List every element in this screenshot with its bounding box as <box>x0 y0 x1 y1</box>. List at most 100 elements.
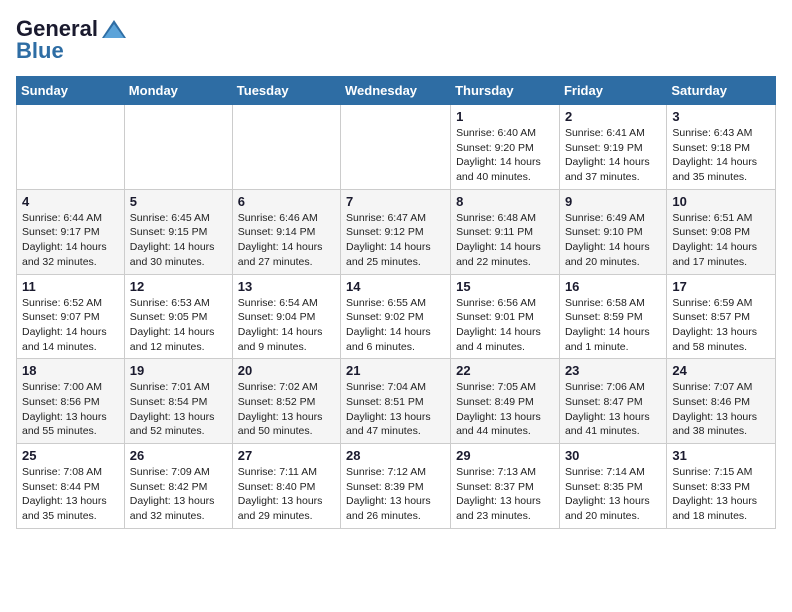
day-cell-9: 9 Sunrise: 6:49 AM Sunset: 9:10 PM Daylig… <box>559 189 666 274</box>
day-number: 26 <box>130 448 227 463</box>
day-number: 3 <box>672 109 770 124</box>
day-info: Sunrise: 7:04 AM Sunset: 8:51 PM Dayligh… <box>346 380 445 439</box>
week-row-3: 11Sunrise: 6:52 AM Sunset: 9:07 PM Dayli… <box>17 274 776 359</box>
day-cell-15: 15Sunrise: 6:56 AM Sunset: 9:01 PM Dayli… <box>451 274 560 359</box>
logo: General Blue <box>16 16 130 64</box>
empty-cell <box>341 105 451 190</box>
day-cell-25: 25 Sunrise: 7:08 AM Sunset: 8:44 PM Dayli… <box>17 444 125 529</box>
day-number: 13 <box>238 279 335 294</box>
weekday-header-tuesday: Tuesday <box>232 77 340 105</box>
day-info: Sunrise: 7:09 AM Sunset: 8:42 PM Dayligh… <box>130 465 227 524</box>
day-cell-8: 8 Sunrise: 6:48 AM Sunset: 9:11 PM Daylig… <box>451 189 560 274</box>
day-cell-2: 2 Sunrise: 6:41 AM Sunset: 9:19 PM Daylig… <box>559 105 666 190</box>
day-number: 21 <box>346 363 445 378</box>
day-info: Sunrise: 6:59 AM Sunset: 8:57 PM Dayligh… <box>672 296 770 355</box>
calendar-header: SundayMondayTuesdayWednesdayThursdayFrid… <box>17 77 776 105</box>
day-number: 17 <box>672 279 770 294</box>
day-number: 5 <box>130 194 227 209</box>
day-cell-17: 17 Sunrise: 6:59 AM Sunset: 8:57 PM Dayli… <box>667 274 776 359</box>
logo-blue: Blue <box>16 38 64 64</box>
day-info: Sunrise: 7:14 AM Sunset: 8:35 PM Dayligh… <box>565 465 661 524</box>
day-cell-28: 28 Sunrise: 7:12 AM Sunset: 8:39 PM Dayli… <box>341 444 451 529</box>
day-number: 2 <box>565 109 661 124</box>
day-cell-7: 7 Sunrise: 6:47 AM Sunset: 9:12 PM Daylig… <box>341 189 451 274</box>
day-number: 9 <box>565 194 661 209</box>
day-number: 28 <box>346 448 445 463</box>
day-info: Sunrise: 7:12 AM Sunset: 8:39 PM Dayligh… <box>346 465 445 524</box>
day-info: Sunrise: 7:15 AM Sunset: 8:33 PM Dayligh… <box>672 465 770 524</box>
day-info: Sunrise: 7:11 AM Sunset: 8:40 PM Dayligh… <box>238 465 335 524</box>
day-info: Sunrise: 6:52 AM Sunset: 9:07 PM Dayligh… <box>22 296 119 355</box>
day-cell-6: 6Sunrise: 6:46 AM Sunset: 9:14 PM Daylig… <box>232 189 340 274</box>
day-cell-13: 13 Sunrise: 6:54 AM Sunset: 9:04 PM Dayli… <box>232 274 340 359</box>
day-info: Sunrise: 7:06 AM Sunset: 8:47 PM Dayligh… <box>565 380 661 439</box>
day-cell-22: 22Sunrise: 7:05 AM Sunset: 8:49 PM Dayli… <box>451 359 560 444</box>
day-info: Sunrise: 6:45 AM Sunset: 9:15 PM Dayligh… <box>130 211 227 270</box>
day-number: 25 <box>22 448 119 463</box>
day-number: 24 <box>672 363 770 378</box>
day-cell-24: 24 Sunrise: 7:07 AM Sunset: 8:46 PM Dayli… <box>667 359 776 444</box>
day-info: Sunrise: 7:13 AM Sunset: 8:37 PM Dayligh… <box>456 465 554 524</box>
week-row-5: 25 Sunrise: 7:08 AM Sunset: 8:44 PM Dayli… <box>17 444 776 529</box>
day-info: Sunrise: 6:41 AM Sunset: 9:19 PM Dayligh… <box>565 126 661 185</box>
day-cell-3: 3 Sunrise: 6:43 AM Sunset: 9:18 PM Daylig… <box>667 105 776 190</box>
day-number: 14 <box>346 279 445 294</box>
weekday-header-monday: Monday <box>124 77 232 105</box>
day-number: 15 <box>456 279 554 294</box>
day-number: 20 <box>238 363 335 378</box>
day-number: 31 <box>672 448 770 463</box>
day-number: 1 <box>456 109 554 124</box>
day-number: 7 <box>346 194 445 209</box>
day-info: Sunrise: 7:01 AM Sunset: 8:54 PM Dayligh… <box>130 380 227 439</box>
day-info: Sunrise: 6:58 AM Sunset: 8:59 PM Dayligh… <box>565 296 661 355</box>
day-cell-23: 23Sunrise: 7:06 AM Sunset: 8:47 PM Dayli… <box>559 359 666 444</box>
day-number: 8 <box>456 194 554 209</box>
week-row-1: 1 Sunrise: 6:40 AM Sunset: 9:20 PM Daylig… <box>17 105 776 190</box>
day-cell-21: 21 Sunrise: 7:04 AM Sunset: 8:51 PM Dayli… <box>341 359 451 444</box>
day-number: 10 <box>672 194 770 209</box>
day-number: 4 <box>22 194 119 209</box>
day-cell-4: 4 Sunrise: 6:44 AM Sunset: 9:17 PM Daylig… <box>17 189 125 274</box>
day-number: 29 <box>456 448 554 463</box>
day-info: Sunrise: 6:48 AM Sunset: 9:11 PM Dayligh… <box>456 211 554 270</box>
day-info: Sunrise: 6:40 AM Sunset: 9:20 PM Dayligh… <box>456 126 554 185</box>
page-header: General Blue <box>16 16 776 64</box>
calendar-body: 1 Sunrise: 6:40 AM Sunset: 9:20 PM Daylig… <box>17 105 776 529</box>
day-info: Sunrise: 6:47 AM Sunset: 9:12 PM Dayligh… <box>346 211 445 270</box>
weekday-header-thursday: Thursday <box>451 77 560 105</box>
weekday-header-friday: Friday <box>559 77 666 105</box>
day-number: 30 <box>565 448 661 463</box>
weekday-header-sunday: Sunday <box>17 77 125 105</box>
day-info: Sunrise: 6:49 AM Sunset: 9:10 PM Dayligh… <box>565 211 661 270</box>
day-cell-11: 11Sunrise: 6:52 AM Sunset: 9:07 PM Dayli… <box>17 274 125 359</box>
weekday-header-saturday: Saturday <box>667 77 776 105</box>
day-info: Sunrise: 7:00 AM Sunset: 8:56 PM Dayligh… <box>22 380 119 439</box>
day-info: Sunrise: 6:43 AM Sunset: 9:18 PM Dayligh… <box>672 126 770 185</box>
day-cell-31: 31 Sunrise: 7:15 AM Sunset: 8:33 PM Dayli… <box>667 444 776 529</box>
day-info: Sunrise: 7:02 AM Sunset: 8:52 PM Dayligh… <box>238 380 335 439</box>
day-number: 16 <box>565 279 661 294</box>
day-number: 18 <box>22 363 119 378</box>
day-info: Sunrise: 7:07 AM Sunset: 8:46 PM Dayligh… <box>672 380 770 439</box>
day-cell-20: 20 Sunrise: 7:02 AM Sunset: 8:52 PM Dayli… <box>232 359 340 444</box>
day-number: 6 <box>238 194 335 209</box>
weekday-header-wednesday: Wednesday <box>341 77 451 105</box>
day-number: 12 <box>130 279 227 294</box>
day-cell-27: 27Sunrise: 7:11 AM Sunset: 8:40 PM Dayli… <box>232 444 340 529</box>
day-info: Sunrise: 6:54 AM Sunset: 9:04 PM Dayligh… <box>238 296 335 355</box>
day-info: Sunrise: 6:53 AM Sunset: 9:05 PM Dayligh… <box>130 296 227 355</box>
day-info: Sunrise: 6:44 AM Sunset: 9:17 PM Dayligh… <box>22 211 119 270</box>
week-row-2: 4 Sunrise: 6:44 AM Sunset: 9:17 PM Daylig… <box>17 189 776 274</box>
day-cell-16: 16 Sunrise: 6:58 AM Sunset: 8:59 PM Dayli… <box>559 274 666 359</box>
day-cell-12: 12 Sunrise: 6:53 AM Sunset: 9:05 PM Dayli… <box>124 274 232 359</box>
day-number: 22 <box>456 363 554 378</box>
day-info: Sunrise: 7:08 AM Sunset: 8:44 PM Dayligh… <box>22 465 119 524</box>
calendar: SundayMondayTuesdayWednesdayThursdayFrid… <box>16 76 776 529</box>
logo-icon <box>100 18 128 40</box>
empty-cell <box>124 105 232 190</box>
day-cell-29: 29 Sunrise: 7:13 AM Sunset: 8:37 PM Dayli… <box>451 444 560 529</box>
empty-cell <box>232 105 340 190</box>
day-cell-26: 26 Sunrise: 7:09 AM Sunset: 8:42 PM Dayli… <box>124 444 232 529</box>
week-row-4: 18 Sunrise: 7:00 AM Sunset: 8:56 PM Dayli… <box>17 359 776 444</box>
weekday-row: SundayMondayTuesdayWednesdayThursdayFrid… <box>17 77 776 105</box>
